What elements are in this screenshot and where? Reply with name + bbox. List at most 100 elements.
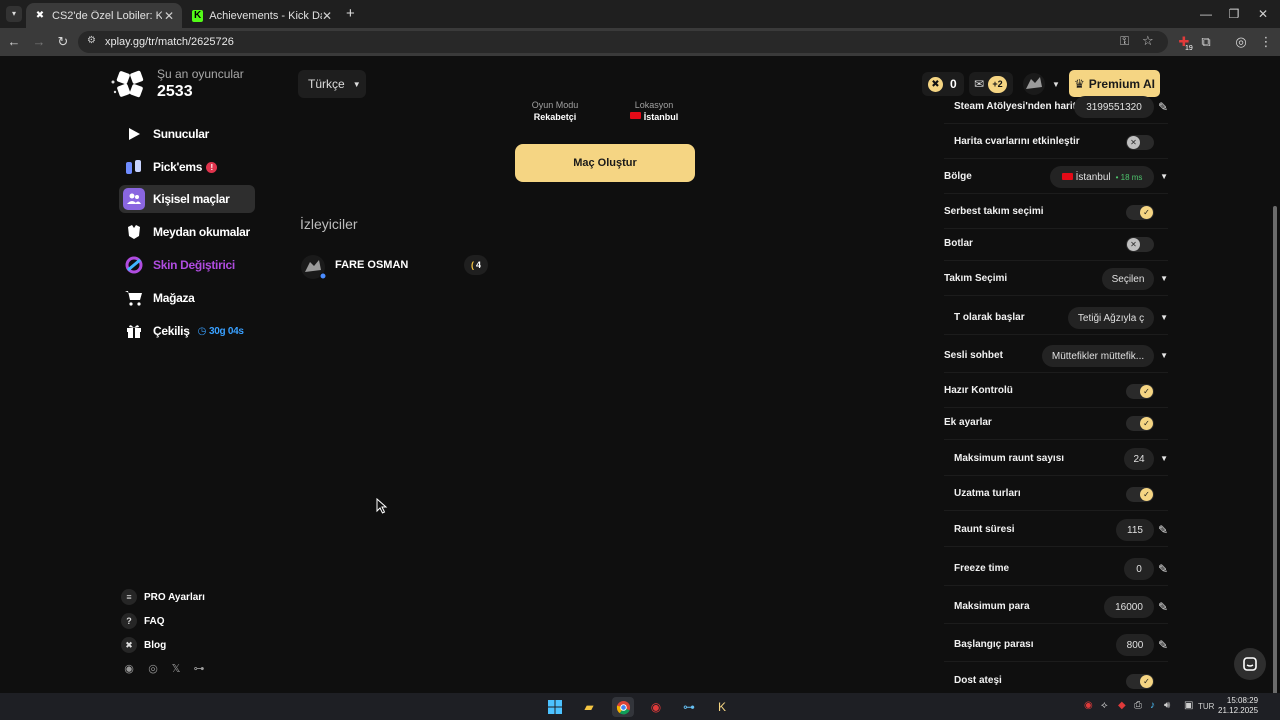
sidebar-item-store[interactable]: Mağaza [119,284,255,312]
game-app-icon[interactable]: ◉ [645,697,667,717]
browser-tab-active[interactable]: ✖ CS2'de Özel Lobiler: Kendi Kuru ✕ [26,3,182,28]
t-start-dropdown[interactable]: Tetiği Ağzıyla ç [1068,307,1154,329]
tab-close-icon[interactable]: ✕ [322,9,332,23]
site-info-icon[interactable]: ⚙ [87,35,96,46]
setting-map-cvars: Harita cvarlarını etkinleştir ✕ [944,127,1168,159]
setting-label: Hazır Kontrolü [944,385,1013,396]
footer-pro-settings[interactable]: ≡ PRO Ayarları [121,589,205,605]
close-window-icon[interactable]: ✕ [1253,5,1273,23]
password-key-icon[interactable]: ⚿ [1120,34,1129,49]
map-cvars-toggle[interactable]: ✕ [1126,135,1154,150]
clock[interactable]: 15:08:29 21.12.2025 [1218,696,1258,716]
support-chat-button[interactable] [1234,648,1266,680]
premium-label: Premium AI [1088,76,1155,91]
sidebar-item-servers[interactable]: Sunucular [119,120,255,148]
online-players-count: 2533 [157,83,193,100]
tray-app-icon[interactable]: ⟡ [1101,700,1108,711]
start-money-field[interactable]: 800 [1116,634,1154,656]
edit-pencil-icon[interactable]: ✎ [1158,638,1168,652]
forward-icon[interactable]: → [31,34,47,50]
setting-voice-chat: Sesli sohbet Müttefikler müttefik... ▼ [944,341,1168,373]
chevron-down-icon[interactable]: ▼ [1160,313,1168,322]
create-match-button[interactable]: Maç Oluştur [515,144,695,182]
discord-icon[interactable]: ◉ [122,662,136,676]
setting-label: Bölge [944,171,972,182]
footer-faq[interactable]: ? FAQ [121,613,165,629]
overtime-toggle[interactable]: ✓ [1126,487,1154,502]
file-explorer-icon[interactable]: ▰ [578,697,600,717]
restore-icon[interactable]: ❐ [1224,5,1244,23]
tray-app-icon[interactable]: ◉ [1084,700,1093,711]
tab-search-button[interactable]: ▾ [6,6,22,22]
edit-pencil-icon[interactable]: ✎ [1158,100,1168,114]
avatar[interactable] [300,254,326,280]
extra-settings-toggle[interactable]: ✓ [1126,416,1154,431]
timer-text: 30g 04s [209,325,244,337]
address-bar[interactable]: ⚙ xplay.gg/tr/match/2625726 ⚿ ☆ [78,31,1168,53]
chevron-down-icon[interactable]: ▼ [1160,274,1168,283]
back-icon[interactable]: ← [6,34,22,50]
extension-icon[interactable]: ✚ 19 [1176,34,1193,52]
reload-icon[interactable]: ↻ [55,34,71,50]
setting-label: Botlar [944,238,973,249]
sidebar-item-giveaway[interactable]: Çekiliş ◷ 30g 04s [119,317,255,345]
max-money-field[interactable]: 16000 [1104,596,1154,618]
extensions-puzzle-icon[interactable]: ⧉ [1198,34,1214,50]
tray-app-icon[interactable]: ◆ [1118,700,1126,711]
chevron-down-icon[interactable]: ▼ [1160,351,1168,360]
sidebar-item-skin-changer[interactable]: Skin Değiştirici [119,251,255,279]
windows-start-icon[interactable] [544,697,566,717]
setting-overtime: Uzatma turları ✓ [944,479,1168,511]
ready-check-toggle[interactable]: ✓ [1126,384,1154,399]
chevron-down-icon[interactable]: ▼ [1160,454,1168,463]
chevron-down-icon[interactable]: ▼ [1160,172,1168,181]
edit-pencil-icon[interactable]: ✎ [1158,523,1168,537]
region-select[interactable]: İstanbul • 18 ms [1050,166,1154,188]
kick-app-icon[interactable]: K [711,697,733,717]
round-time-field[interactable]: 115 [1116,519,1154,541]
sidebar-item-pickems[interactable]: Pick'ems ! [119,153,255,181]
language-indicator[interactable]: TUR [1198,702,1214,711]
minimize-icon[interactable]: — [1196,5,1216,23]
language-select[interactable]: Türkçe ▼ [298,70,366,98]
freeze-time-field[interactable]: 0 [1124,558,1154,580]
level-ring-icon: ( [470,260,474,270]
tab-close-icon[interactable]: ✕ [164,9,174,23]
team-select-dropdown[interactable]: Seçilen [1102,268,1154,290]
sidebar-item-challenges[interactable]: Meydan okumalar [119,218,255,246]
x-icon[interactable]: 𝕏 [169,662,183,676]
chrome-icon[interactable] [612,697,634,717]
voice-chat-dropdown[interactable]: Müttefikler müttefik... [1042,345,1154,367]
location-value: İstanbul [643,112,679,122]
bookmark-star-icon[interactable]: ☆ [1142,33,1154,49]
scrollbar-thumb[interactable] [1273,206,1277,696]
free-team-toggle[interactable]: ✓ [1126,205,1154,220]
profile-icon[interactable]: ◎ [1233,34,1249,50]
menu-dots-icon[interactable]: ⋮ [1258,34,1274,50]
tab-title: CS2'de Özel Lobiler: Kendi Kuru [52,9,162,22]
edit-pencil-icon[interactable]: ✎ [1158,600,1168,614]
new-tab-button[interactable]: + [346,5,355,22]
instagram-icon[interactable]: ◎ [146,662,160,676]
max-rounds-dropdown[interactable]: 24 [1124,448,1154,470]
xplay-logo-icon[interactable] [110,68,150,100]
mic-icon[interactable]: ♪ [1150,700,1155,711]
tray-app-icon[interactable]: ▣ [1184,700,1193,711]
workshop-id-field[interactable]: 3199551320 [1074,96,1154,118]
url-text[interactable]: xplay.gg/tr/match/2625726 [105,36,234,48]
volume-icon[interactable]: 🔊︎ [1164,700,1170,711]
location-value-wrap: İstanbul [619,112,689,122]
setting-label: Steam Atölyesi'nden harita [954,101,1082,112]
microphone-icon[interactable]: ⎙ [1134,700,1142,711]
friendly-fire-toggle[interactable]: ✓ [1126,674,1154,689]
toggle-off-icon: ✕ [1127,238,1140,251]
spectator-name[interactable]: FARE OSMAN [335,259,408,271]
pickems-icon [123,156,145,178]
browser-tab[interactable]: K Achievements - Kick Dashboard ✕ [184,3,340,28]
footer-blog[interactable]: ✖ Blog [121,637,166,653]
edit-pencil-icon[interactable]: ✎ [1158,562,1168,576]
steam-taskbar-icon[interactable]: ⊶ [678,697,700,717]
steam-icon[interactable]: ⊶ [192,662,206,676]
bots-toggle[interactable]: ✕ [1126,237,1154,252]
sidebar-item-custom-matches[interactable]: Kişisel maçlar [119,185,255,213]
